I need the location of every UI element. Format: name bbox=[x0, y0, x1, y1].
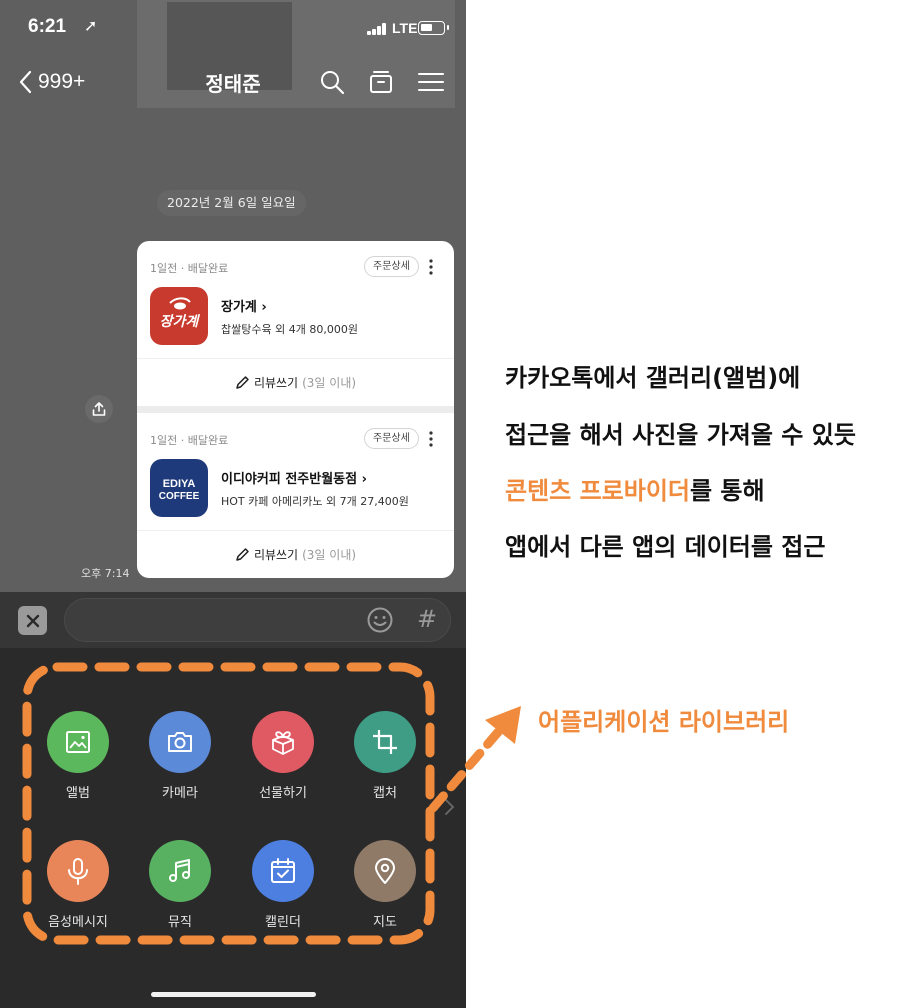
app-camera-button[interactable]: 카메라 bbox=[135, 711, 225, 801]
logo-text: 장가계 bbox=[160, 314, 201, 330]
status-bar: 6:21 ➚ LTE bbox=[0, 14, 466, 44]
calendar-icon bbox=[271, 858, 295, 883]
chat-header: 999+ 정태준 bbox=[0, 62, 466, 102]
order-meta: 1일전 · 배달완료 bbox=[150, 434, 229, 447]
shop-name-link[interactable]: 이디야커피 전주반월동점 › bbox=[221, 468, 367, 487]
app-label: 앨범 bbox=[66, 786, 90, 801]
order-message-card: 1일전 · 배달완료 주문상세 장가계 장가계 › 찹쌀탕수육 외 4개 80,… bbox=[137, 241, 454, 578]
shop-logo: EDIYA COFFEE bbox=[150, 459, 208, 517]
app-drawer bbox=[0, 648, 466, 1008]
battery-icon bbox=[418, 21, 449, 35]
close-drawer-button[interactable] bbox=[18, 606, 47, 635]
annotation-text: 를 통해 bbox=[690, 477, 765, 505]
phone-screen: 6:21 ➚ LTE 999+ 정태준 2022년 2월 6일 일요일 1일전 … bbox=[0, 0, 466, 1008]
message-time: 오후 7:14 bbox=[81, 567, 130, 580]
network-type: LTE bbox=[392, 20, 418, 36]
app-label: 뮤직 bbox=[168, 915, 192, 930]
annotation-line: 콘텐츠 프로바이더를 통해 bbox=[505, 471, 765, 506]
app-album-button[interactable]: 앨범 bbox=[33, 711, 123, 801]
logo-text-line1: EDIYA bbox=[163, 478, 196, 490]
review-label: 리뷰쓰기 bbox=[253, 376, 299, 390]
menu-icon[interactable] bbox=[418, 69, 444, 95]
hashtag-button[interactable]: # bbox=[414, 603, 440, 635]
more-vertical-icon[interactable] bbox=[424, 428, 438, 450]
app-label: 카메라 bbox=[162, 786, 198, 801]
shop-name-link[interactable]: 장가계 › bbox=[221, 296, 267, 315]
order-detail-button[interactable]: 주문상세 bbox=[364, 256, 419, 277]
app-label: 캡처 bbox=[373, 786, 397, 801]
more-vertical-icon[interactable] bbox=[424, 256, 438, 278]
close-icon bbox=[26, 614, 39, 627]
pencil-icon bbox=[236, 376, 249, 389]
write-review-button[interactable]: 리뷰쓰기 (3일 이내) bbox=[137, 530, 454, 578]
app-label: 선물하기 bbox=[259, 786, 307, 801]
map-pin-icon bbox=[375, 858, 395, 884]
logo-text-line2: COFFEE bbox=[159, 491, 200, 502]
album-icon bbox=[66, 731, 90, 753]
gift-icon bbox=[272, 731, 294, 755]
app-map-button[interactable]: 지도 bbox=[340, 840, 430, 930]
annotation-line: 카카오톡에서 갤러리(앨범)에 bbox=[505, 364, 801, 392]
review-label: 리뷰쓰기 bbox=[253, 548, 299, 562]
app-gift-button[interactable]: 선물하기 bbox=[238, 711, 328, 801]
library-label: 어플리케이션 라이브러리 bbox=[538, 708, 790, 736]
order-item: 1일전 · 배달완료 주문상세 장가계 장가계 › 찹쌀탕수육 외 4개 80,… bbox=[137, 241, 454, 406]
order-items: HOT 카페 아메리카노 외 7개 27,400원 bbox=[221, 495, 409, 508]
app-label: 캘린더 bbox=[265, 915, 301, 930]
music-icon bbox=[169, 859, 190, 882]
write-review-button[interactable]: 리뷰쓰기 (3일 이내) bbox=[137, 358, 454, 406]
status-time: 6:21 bbox=[28, 16, 67, 37]
share-icon bbox=[92, 402, 106, 416]
signal-icon bbox=[367, 23, 387, 35]
review-note: (3일 이내) bbox=[302, 376, 357, 390]
date-divider: 2022년 2월 6일 일요일 bbox=[157, 190, 306, 216]
drawer-box-icon[interactable] bbox=[368, 69, 394, 95]
share-button[interactable] bbox=[85, 395, 113, 423]
annotation-line: 앱에서 다른 앱의 데이터를 접근 bbox=[505, 533, 826, 561]
ediya-logo-icon: EDIYA COFFEE bbox=[159, 478, 200, 502]
order-item: 1일전 · 배달완료 주문상세 EDIYA COFFEE 이디야커피 전주반월동… bbox=[137, 413, 454, 578]
emoji-icon[interactable] bbox=[366, 606, 394, 634]
annotation-highlight: 콘텐츠 프로바이더 bbox=[505, 477, 690, 505]
app-music-button[interactable]: 뮤직 bbox=[135, 840, 225, 930]
app-label: 음성메시지 bbox=[48, 915, 108, 930]
chevron-right-icon[interactable] bbox=[442, 797, 456, 817]
location-icon: ➚ bbox=[84, 16, 98, 35]
crop-icon bbox=[373, 730, 397, 754]
chat-title: 정태준 bbox=[205, 72, 261, 96]
home-indicator bbox=[151, 992, 316, 997]
app-voice-message-button[interactable]: 음성메시지 bbox=[33, 840, 123, 930]
app-calendar-button[interactable]: 캘린더 bbox=[238, 840, 328, 930]
jangagye-logo-icon: 장가계 bbox=[160, 297, 201, 330]
search-icon[interactable] bbox=[319, 69, 345, 95]
order-items: 찹쌀탕수육 외 4개 80,000원 bbox=[221, 323, 358, 336]
card-divider bbox=[137, 406, 454, 413]
order-detail-button[interactable]: 주문상세 bbox=[364, 428, 419, 449]
pencil-icon bbox=[236, 548, 249, 561]
review-note: (3일 이내) bbox=[302, 548, 357, 562]
annotation-line: 접근을 해서 사진을 가져올 수 있듯 bbox=[505, 421, 856, 449]
app-capture-button[interactable]: 캡처 bbox=[340, 711, 430, 801]
shop-logo: 장가계 bbox=[150, 287, 208, 345]
microphone-icon bbox=[68, 858, 88, 885]
app-label: 지도 bbox=[373, 915, 397, 930]
camera-icon bbox=[168, 732, 192, 752]
order-meta: 1일전 · 배달완료 bbox=[150, 262, 229, 275]
